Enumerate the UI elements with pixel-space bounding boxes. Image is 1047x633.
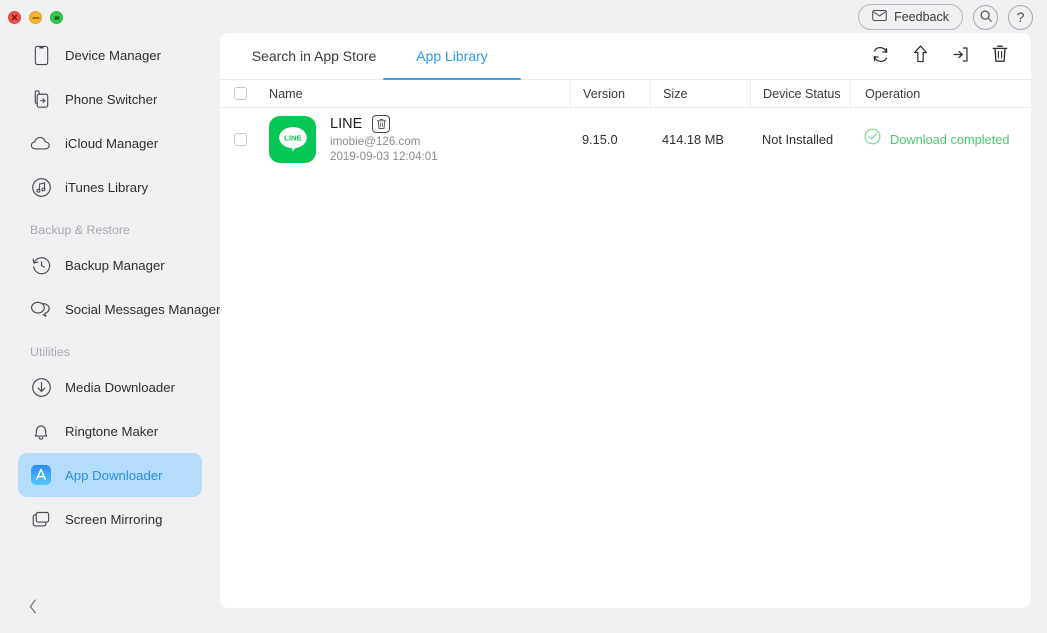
delete-button[interactable] [987,44,1013,70]
sidebar-item-label: Phone Switcher [65,91,158,107]
chat-bubbles-icon [30,298,52,320]
header-version: Version [570,80,650,107]
maximize-button[interactable] [50,11,63,24]
mail-icon [872,10,887,24]
sidebar-item-icloud-manager[interactable]: iCloud Manager [18,121,202,165]
sidebar-collapse-button[interactable] [22,598,44,620]
sidebar-item-label: Screen Mirroring [65,511,163,527]
install-icon [951,45,970,69]
help-button[interactable]: ? [1008,4,1033,30]
download-circle-icon [30,376,52,398]
sidebar-section-backup: Backup & Restore [30,223,130,237]
sidebar-item-backup-manager[interactable]: Backup Manager [18,243,202,287]
refresh-button[interactable] [867,44,893,70]
sidebar-item-itunes-library[interactable]: iTunes Library [18,165,202,209]
table-row[interactable]: LINE LINE imobie@126.com 2019-09-03 12:0… [220,108,1031,170]
select-all-cell [220,80,260,107]
sidebar-item-ringtone-maker[interactable]: Ringtone Maker [18,409,202,453]
sidebar-section-utilities: Utilities [30,345,70,359]
header-operation: Operation [850,80,1031,107]
app-store-icon [30,464,52,486]
row-checkbox[interactable] [233,132,247,146]
sidebar-item-device-manager[interactable]: Device Manager [18,33,202,77]
sidebar-item-social-messages-manager[interactable]: Social Messages Manager [18,287,220,331]
sidebar: Device Manager Phone Switcher iCloud Man… [0,33,220,633]
chevron-left-icon [28,599,38,619]
sidebar-item-label: iCloud Manager [65,135,159,151]
line-app-icon: LINE [269,115,316,163]
close-button[interactable] [8,11,21,24]
refresh-icon [871,45,890,69]
help-icon: ? [1016,9,1025,25]
feedback-label: Feedback [894,10,949,24]
sidebar-item-label: App Downloader [65,467,163,483]
row-delete-button[interactable] [372,115,391,133]
app-meta: LINE imobie@126.com 2019-09-03 12:04:01 [330,115,438,163]
phone-switcher-icon [30,88,52,110]
backup-clock-icon [30,254,52,276]
itunes-icon [30,176,52,198]
sidebar-item-label: Device Manager [65,47,162,63]
sidebar-item-label: Media Downloader [65,379,175,395]
tab-bar: Search in App Store App Library [220,33,1031,80]
minimize-button[interactable] [29,11,42,24]
app-title-row: LINE [330,115,438,133]
upload-button[interactable] [907,44,933,70]
feedback-button[interactable]: Feedback [858,4,963,30]
screens-icon [30,508,52,530]
table-header: Name Version Size Device Status Operatio… [220,80,1031,108]
sidebar-item-app-downloader[interactable]: App Downloader [18,453,202,497]
tab-label: Search in App Store [251,48,377,64]
delete-icon [991,44,1009,69]
cell-version: 9.15.0 [582,131,618,147]
header-device-status: Device Status [750,80,850,107]
sidebar-item-label: Ringtone Maker [65,423,159,439]
sidebar-item-label: Social Messages Manager [65,301,221,317]
device-icon [30,44,52,66]
header-name: Name [269,86,303,101]
tab-app-library[interactable]: App Library [383,33,521,80]
row-select-cell [220,132,260,146]
tab-label: App Library [416,48,488,64]
check-circle-icon [864,128,881,150]
cell-size: 414.18 MB [662,131,724,147]
tab-search-in-app-store[interactable]: Search in App Store [245,33,383,79]
cell-operation: Download completed [850,128,1031,150]
sidebar-item-media-downloader[interactable]: Media Downloader [18,365,202,409]
app-account: imobie@126.com [330,135,421,148]
sidebar-item-label: Backup Manager [65,257,165,273]
svg-text:LINE: LINE [284,134,302,143]
app-cell: LINE LINE imobie@126.com 2019-09-03 12:0… [260,115,570,163]
select-all-checkbox[interactable] [233,87,247,100]
app-window: Feedback ? Device Manager Phone Switcher… [0,0,1047,633]
toolbar [867,33,1013,80]
app-name: LINE [330,116,363,132]
header-actions: Feedback ? [858,4,1033,30]
search-button[interactable] [973,4,998,30]
install-button[interactable] [947,44,973,70]
sidebar-item-screen-mirroring[interactable]: Screen Mirroring [18,497,202,541]
upload-icon [912,44,929,69]
operation-status-text: Download completed [890,131,1010,147]
main-panel: Search in App Store App Library Name Ver… [220,33,1031,608]
cell-device-status: Not Installed [762,131,834,147]
header-size: Size [650,80,750,107]
bell-icon [30,420,52,442]
sidebar-item-phone-switcher[interactable]: Phone Switcher [18,77,202,121]
app-date: 2019-09-03 12:04:01 [330,150,438,163]
window-controls [8,11,63,24]
search-icon [979,9,993,26]
sidebar-item-label: iTunes Library [65,179,149,195]
icloud-icon [30,132,52,154]
